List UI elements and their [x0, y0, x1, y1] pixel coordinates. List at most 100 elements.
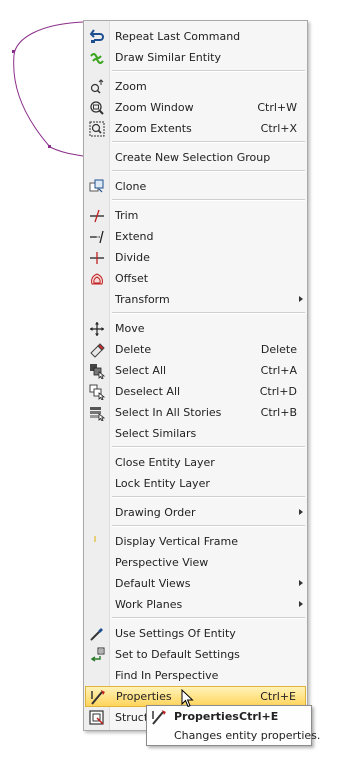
tooltip-shortcut: Ctrl+E	[239, 710, 279, 723]
menu-item-select-similars[interactable]: Select Similars	[84, 423, 307, 444]
menu-item-label: Repeat Last Command	[115, 30, 241, 43]
menu-separator	[112, 199, 305, 201]
submenu-arrow-icon	[299, 601, 303, 607]
menu-item-label: Zoom Extents	[115, 122, 192, 135]
repeat-icon	[88, 28, 105, 45]
menu-item-label: Transform	[115, 293, 170, 306]
menu-item-label: Create New Selection Group	[115, 151, 271, 164]
eraser-icon	[88, 341, 105, 358]
offset-icon	[88, 270, 105, 287]
menu-item-create-new-selection-group[interactable]: Create New Selection Group	[84, 147, 307, 168]
menu-item-zoom-window[interactable]: Zoom Window Ctrl+W	[84, 97, 307, 118]
menu-item-label: Zoom Window	[115, 101, 194, 114]
menu-item-shortcut: Ctrl+D	[259, 385, 297, 398]
menu-item-display-vertical-frame[interactable]: Display Vertical Frame	[84, 531, 307, 552]
menu-item-repeat-last-command[interactable]: Repeat Last Command	[84, 26, 307, 47]
menu-item-shortcut: Delete	[260, 343, 297, 356]
trim-icon	[88, 207, 105, 224]
menu-item-label: Select Similars	[115, 427, 197, 440]
submenu-arrow-icon	[299, 296, 303, 302]
menu-separator	[112, 141, 305, 143]
clone-icon	[88, 178, 105, 195]
submenu-arrow-icon	[299, 509, 303, 515]
menu-item-label: Divide	[115, 251, 150, 264]
properties-icon	[89, 688, 106, 705]
properties-icon	[151, 709, 167, 725]
menu-item-label: Drawing Order	[115, 506, 196, 519]
menu-separator	[112, 312, 305, 314]
menu-item-deselect-all[interactable]: Deselect All Ctrl+D	[84, 381, 307, 402]
menu-item-label: Use Settings Of Entity	[115, 627, 236, 640]
menu-item-label: Find In Perspective	[115, 669, 219, 682]
select-stories-icon	[88, 404, 105, 421]
zoom-extents-icon	[88, 120, 105, 137]
select-all-icon	[88, 362, 105, 379]
menu-separator	[112, 446, 305, 448]
menu-item-label: Lock Entity Layer	[115, 477, 210, 490]
menu-item-offset[interactable]: Offset	[84, 268, 307, 289]
menu-item-shortcut: Ctrl+E	[260, 690, 296, 703]
menu-item-label: Properties	[116, 690, 172, 703]
menu-item-label: Work Planes	[115, 598, 183, 611]
tooltip-title: Properties	[174, 710, 239, 723]
menu-item-delete[interactable]: Delete Delete	[84, 339, 307, 360]
menu-item-label: Trim	[115, 209, 139, 222]
menu-item-label: Default Views	[115, 577, 191, 590]
default-settings-icon	[88, 646, 105, 663]
menu-item-move[interactable]: Move	[84, 318, 307, 339]
menu-item-shortcut: Ctrl+A	[260, 364, 297, 377]
menu-item-set-to-default-settings[interactable]: Set to Default Settings	[84, 644, 307, 665]
move-icon	[88, 320, 105, 337]
menu-item-close-entity-layer[interactable]: Close Entity Layer	[84, 452, 307, 473]
menu-item-perspective-view[interactable]: Perspective View	[84, 552, 307, 573]
menu-item-label: Delete	[115, 343, 152, 356]
zoom-icon	[88, 78, 105, 95]
menu-item-label: Set to Default Settings	[115, 648, 240, 661]
menu-item-work-planes[interactable]: Work Planes	[84, 594, 307, 615]
menu-item-label: Deselect All	[115, 385, 181, 398]
menu-item-zoom-extents[interactable]: Zoom Extents Ctrl+X	[84, 118, 307, 139]
menu-item-properties[interactable]: Properties Ctrl+E	[85, 686, 306, 707]
menu-item-trim[interactable]: Trim	[84, 205, 307, 226]
menu-item-zoom[interactable]: Zoom	[84, 76, 307, 97]
menu-item-shortcut: Ctrl+X	[260, 122, 297, 135]
menu-item-select-in-all-stories[interactable]: Select In All Stories Ctrl+B	[84, 402, 307, 423]
draw-similar-icon	[88, 49, 105, 66]
menu-separator	[112, 496, 305, 498]
menu-item-label: Perspective View	[115, 556, 209, 569]
menu-item-shortcut: Ctrl+B	[260, 406, 297, 419]
menu-item-drawing-order[interactable]: Drawing Order	[84, 502, 307, 523]
menu-item-label: Zoom	[115, 80, 147, 93]
context-menu: Repeat Last Command Draw Similar Entity …	[83, 20, 308, 731]
zoom-window-icon	[88, 99, 105, 116]
menu-item-transform[interactable]: Transform	[84, 289, 307, 310]
menu-item-extend[interactable]: Extend	[84, 226, 307, 247]
menu-item-label: Extend	[115, 230, 154, 243]
menu-item-lock-entity-layer[interactable]: Lock Entity Layer	[84, 473, 307, 494]
extend-icon	[88, 228, 105, 245]
divide-icon	[88, 249, 105, 266]
menu-item-label: Select All	[115, 364, 167, 377]
menu-item-find-in-perspective[interactable]: Find In Perspective	[84, 665, 307, 686]
structure-icon	[88, 709, 105, 726]
menu-item-label: Offset	[115, 272, 149, 285]
menu-item-label: Draw Similar Entity	[115, 51, 221, 64]
menu-item-clone[interactable]: Clone	[84, 176, 307, 197]
menu-separator	[112, 525, 305, 527]
eyedropper-icon	[88, 625, 105, 642]
menu-item-label: Struct	[115, 711, 149, 724]
submenu-arrow-icon	[299, 580, 303, 586]
menu-item-use-settings-of-entity[interactable]: Use Settings Of Entity	[84, 623, 307, 644]
menu-item-label: Close Entity Layer	[115, 456, 215, 469]
menu-separator	[112, 70, 305, 72]
menu-item-label: Move	[115, 322, 145, 335]
menu-item-select-all[interactable]: Select All Ctrl+A	[84, 360, 307, 381]
menu-item-divide[interactable]: Divide	[84, 247, 307, 268]
vertical-frame-icon	[88, 533, 105, 550]
mouse-cursor-icon	[181, 689, 194, 708]
menu-item-label: Display Vertical Frame	[115, 535, 238, 548]
tooltip-description: Changes entity properties.	[174, 729, 321, 742]
menu-item-draw-similar-entity[interactable]: Draw Similar Entity	[84, 47, 307, 68]
deselect-all-icon	[88, 383, 105, 400]
menu-item-default-views[interactable]: Default Views	[84, 573, 307, 594]
